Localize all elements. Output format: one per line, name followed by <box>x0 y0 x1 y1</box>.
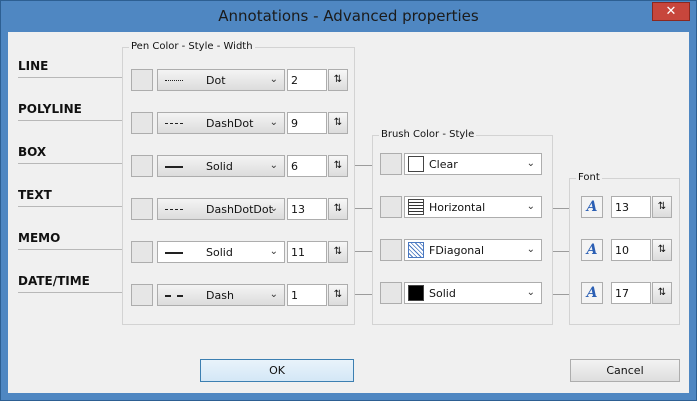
chevron-down-icon: ⌄ <box>526 158 535 169</box>
width-spinner[interactable]: ⇅ <box>328 198 348 220</box>
pen-width-input[interactable]: 9 <box>287 112 327 134</box>
dot-style-icon <box>165 80 183 81</box>
pen-color-swatch[interactable] <box>131 284 153 306</box>
font-size-spinner[interactable]: ⇅ <box>652 196 672 218</box>
width-spinner[interactable]: ⇅ <box>328 241 348 263</box>
dialog-window: Annotations - Advanced properties ✕ LINE… <box>0 0 697 401</box>
chevron-down-icon: ⌄ <box>526 201 535 212</box>
chevron-down-icon: ⌄ <box>269 289 278 300</box>
chevron-down-icon: ⌄ <box>526 244 535 255</box>
font-icon[interactable]: A <box>581 282 603 304</box>
brush-style-dropdown[interactable]: Horizontal ⌄ <box>404 196 542 218</box>
window-title: Annotations - Advanced properties <box>218 7 479 25</box>
pen-style-dropdown[interactable]: Solid ⌄ <box>157 155 285 177</box>
font-group-label: Font <box>576 172 602 183</box>
font-icon[interactable]: A <box>581 239 603 261</box>
font-size-input[interactable]: 13 <box>611 196 651 218</box>
row-label-datetime: DATE/TIME <box>18 274 90 288</box>
solid-style-icon <box>165 166 183 168</box>
pen-width-input[interactable]: 11 <box>287 241 327 263</box>
pen-color-swatch[interactable] <box>131 155 153 177</box>
chevron-down-icon: ⌄ <box>269 246 278 257</box>
pen-color-swatch[interactable] <box>131 241 153 263</box>
pen-style-dropdown[interactable]: DashDotDot ⌄ <box>157 198 285 220</box>
chevron-down-icon: ⌄ <box>269 117 278 128</box>
row-label-memo: MEMO <box>18 231 61 245</box>
row-divider <box>18 163 122 164</box>
pen-style-dropdown[interactable]: Dot ⌄ <box>157 69 285 91</box>
brush-color-swatch[interactable] <box>380 196 402 218</box>
font-size-input[interactable]: 17 <box>611 282 651 304</box>
row-divider <box>18 206 122 207</box>
pen-color-swatch[interactable] <box>131 198 153 220</box>
row-label-line: LINE <box>18 59 49 73</box>
chevron-down-icon: ⌄ <box>269 203 278 214</box>
chevron-down-icon: ⌄ <box>526 287 535 298</box>
diagonal-lines-icon <box>408 242 424 258</box>
solid-style-icon <box>165 252 183 254</box>
connector-line <box>553 208 569 209</box>
font-icon[interactable]: A <box>581 196 603 218</box>
connector-line <box>355 294 373 295</box>
pen-style-dropdown[interactable]: DashDot ⌄ <box>157 112 285 134</box>
row-label-box: BOX <box>18 145 47 159</box>
width-spinner[interactable]: ⇅ <box>328 155 348 177</box>
pen-width-input[interactable]: 1 <box>287 284 327 306</box>
cancel-button[interactable]: Cancel <box>570 359 680 382</box>
width-spinner[interactable]: ⇅ <box>328 284 348 306</box>
pen-style-dropdown[interactable]: Solid ⌄ <box>157 241 285 263</box>
pen-color-swatch[interactable] <box>131 69 153 91</box>
connector-line <box>553 294 569 295</box>
horizontal-lines-icon <box>408 199 424 215</box>
pen-width-input[interactable]: 6 <box>287 155 327 177</box>
pen-width-input[interactable]: 2 <box>287 69 327 91</box>
dashdotdot-style-icon <box>165 209 183 210</box>
close-button[interactable]: ✕ <box>652 2 690 21</box>
connector-line <box>355 165 373 166</box>
dashdot-style-icon <box>165 123 183 124</box>
font-size-spinner[interactable]: ⇅ <box>652 282 672 304</box>
font-size-input[interactable]: 10 <box>611 239 651 261</box>
row-label-polyline: POLYLINE <box>18 102 82 116</box>
brush-color-swatch[interactable] <box>380 239 402 261</box>
pen-width-input[interactable]: 13 <box>287 198 327 220</box>
brush-color-swatch[interactable] <box>380 282 402 304</box>
row-divider <box>18 120 122 121</box>
brush-style-dropdown[interactable]: FDiagonal ⌄ <box>404 239 542 261</box>
connector-line <box>553 251 569 252</box>
dialog-client-area: LINE POLYLINE BOX TEXT MEMO DATE/TIME Pe… <box>8 32 689 393</box>
brush-group-label: Brush Color - Style <box>379 129 477 140</box>
font-size-spinner[interactable]: ⇅ <box>652 239 672 261</box>
pen-style-dropdown[interactable]: Dash ⌄ <box>157 284 285 306</box>
solid-fill-icon <box>408 285 424 301</box>
row-divider <box>18 77 122 78</box>
width-spinner[interactable]: ⇅ <box>328 69 348 91</box>
connector-line <box>355 208 373 209</box>
row-label-text: TEXT <box>18 188 52 202</box>
connector-line <box>355 251 373 252</box>
chevron-down-icon: ⌄ <box>269 74 278 85</box>
row-divider <box>18 292 122 293</box>
row-divider <box>18 249 122 250</box>
pen-group-label: Pen Color - Style - Width <box>129 41 255 52</box>
dash-style-icon <box>165 295 183 297</box>
chevron-down-icon: ⌄ <box>269 160 278 171</box>
brush-color-swatch[interactable] <box>380 153 402 175</box>
brush-style-dropdown[interactable]: Solid ⌄ <box>404 282 542 304</box>
width-spinner[interactable]: ⇅ <box>328 112 348 134</box>
clear-icon <box>408 156 424 172</box>
brush-style-dropdown[interactable]: Clear ⌄ <box>404 153 542 175</box>
ok-button[interactable]: OK <box>200 359 354 382</box>
pen-color-swatch[interactable] <box>131 112 153 134</box>
title-bar[interactable]: Annotations - Advanced properties ✕ <box>1 1 696 32</box>
